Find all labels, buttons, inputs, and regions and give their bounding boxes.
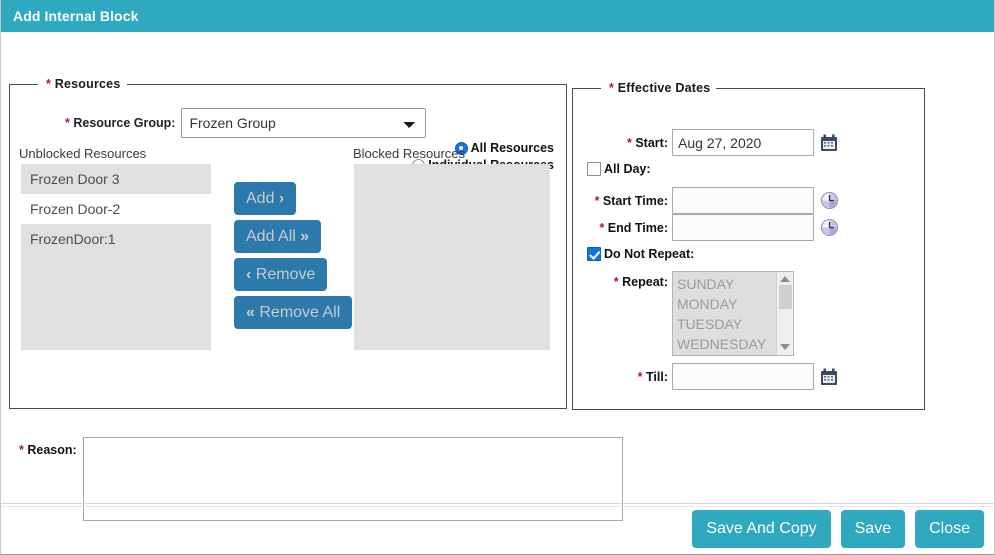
reason-label-text: Reason: [27,443,76,457]
all-day-row[interactable]: All Day: [587,162,651,176]
effective-dates-legend-text: Effective Dates [618,81,711,95]
start-time-input[interactable] [672,187,814,214]
repeat-listbox-items: SUNDAY MONDAY TUESDAY WEDNESDAY [673,272,776,355]
start-date-input[interactable] [672,129,814,156]
dialog-footer: Save And Copy Save Close [1,504,994,554]
add-button-label: Add [246,190,274,207]
calendar-icon[interactable] [820,368,838,386]
scrollbar-thumb[interactable] [779,285,792,309]
required-asterisk: * [65,116,70,130]
dialog-body: * Resources * Resource Group: Frozen Gro… [1,32,994,500]
effective-dates-panel: * Effective Dates * Start: [572,81,925,410]
reason-label: * Reason: [19,437,77,457]
till-date-input[interactable] [672,363,814,390]
repeat-listbox-scrollbar[interactable] [776,272,793,355]
required-asterisk: * [627,136,632,150]
end-time-label: * End Time: [593,221,668,235]
all-day-label: All Day: [604,162,651,176]
required-asterisk: * [614,275,619,289]
resources-panel-legend-text: Resources [55,77,121,91]
required-asterisk: * [19,443,24,457]
clock-icon[interactable] [820,218,839,237]
resource-group-label: * Resource Group: [65,116,175,130]
remove-all-button-label: Remove All [259,304,340,321]
repeat-option[interactable]: WEDNESDAY [677,334,776,354]
calendar-icon[interactable] [820,134,838,152]
chevron-left-icon: ‹ [246,266,251,283]
required-asterisk: * [638,370,643,384]
till-date-row: * Till: [593,363,838,390]
start-date-label: * Start: [593,136,668,150]
scroll-up-arrow-icon[interactable] [780,276,790,282]
unblocked-resources-list[interactable]: Frozen Door 3 Frozen Door-2 FrozenDoor:1 [21,164,211,350]
add-button[interactable]: Add › [234,182,296,215]
repeat-option[interactable]: MONDAY [677,294,776,314]
end-time-input[interactable] [672,214,814,241]
do-not-repeat-row[interactable]: Do Not Repeat: [587,247,694,261]
start-time-label: * Start Time: [593,194,668,208]
chevron-right-icon: › [279,190,284,207]
do-not-repeat-label: Do Not Repeat: [604,247,694,261]
repeat-option[interactable]: TUESDAY [677,314,776,334]
repeat-listbox[interactable]: SUNDAY MONDAY TUESDAY WEDNESDAY [672,271,794,356]
end-time-row: * End Time: [593,214,839,241]
all-day-checkbox[interactable] [587,162,601,176]
resources-panel-legend: * Resources [38,77,127,91]
repeat-label-text: Repeat: [622,275,668,289]
resource-group-row: * Resource Group: Frozen Group [65,108,426,138]
till-date-label: * Till: [593,370,668,384]
add-all-button[interactable]: Add All » [234,220,321,253]
start-date-label-text: Start: [635,136,668,150]
transfer-buttons: Add › Add All » ‹ Remove « Remove All [234,182,352,334]
blocked-resources-label: Blocked Resources [353,146,465,161]
resource-group-select[interactable]: Frozen Group [181,108,426,138]
list-item[interactable]: FrozenDoor:1 [21,224,211,254]
chevron-double-left-icon: « [246,304,255,321]
list-item[interactable]: Frozen Door 3 [21,164,211,194]
required-asterisk: * [46,77,51,91]
save-button[interactable]: Save [841,510,905,548]
radio-all-resources-label: All Resources [471,141,554,155]
scroll-down-arrow-icon[interactable] [780,344,790,350]
repeat-row: * Repeat: SUNDAY MONDAY TUESDAY WEDNESDA… [593,271,794,356]
effective-dates-legend: * Effective Dates [601,81,716,95]
clock-icon[interactable] [820,191,839,210]
repeat-option[interactable]: SUNDAY [677,274,776,294]
start-time-row: * Start Time: [593,187,839,214]
repeat-label: * Repeat: [593,271,668,289]
dialog-title-bar: Add Internal Block [1,0,994,32]
dialog-title: Add Internal Block [13,8,138,24]
save-and-copy-button[interactable]: Save And Copy [692,510,830,548]
remove-all-button[interactable]: « Remove All [234,296,352,329]
remove-button[interactable]: ‹ Remove [234,258,327,291]
start-date-row: * Start: [593,129,838,156]
till-date-label-text: Till: [646,370,668,384]
remove-button-label: Remove [256,266,316,283]
resource-group-label-text: Resource Group: [73,116,175,130]
add-internal-block-dialog: Add Internal Block * Resources * Resourc… [0,0,995,555]
required-asterisk: * [599,221,604,235]
do-not-repeat-checkbox[interactable] [587,247,601,261]
unblocked-resources-label: Unblocked Resources [19,146,146,161]
required-asterisk: * [595,194,600,208]
start-time-label-text: Start Time: [603,194,668,208]
end-time-label-text: End Time: [608,221,668,235]
add-all-button-label: Add All [246,228,296,245]
required-asterisk: * [609,81,614,95]
list-item[interactable]: Frozen Door-2 [21,194,211,224]
blocked-resources-list[interactable] [354,164,550,350]
chevron-double-right-icon: » [300,228,309,245]
close-button[interactable]: Close [915,510,984,548]
